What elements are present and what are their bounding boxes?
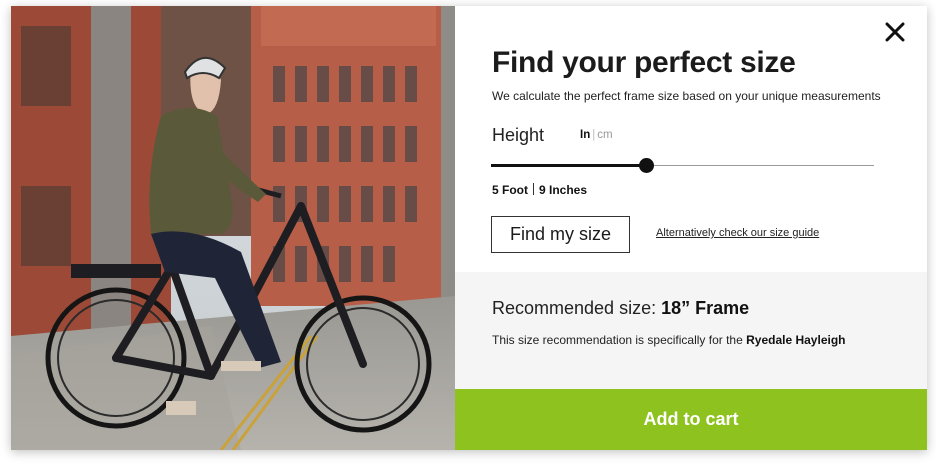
unit-cm-option[interactable]: cm — [597, 129, 612, 141]
size-finder-modal: Find your perfect size We calculate the … — [11, 6, 927, 450]
size-guide-link[interactable]: Alternatively check our size guide — [656, 227, 819, 239]
recommendation-box: Recommended size: 18” Frame This size re… — [455, 272, 927, 389]
recommended-size-value: 18” Frame — [661, 298, 750, 318]
unit-toggle: In | cm — [580, 129, 613, 141]
modal-subtitle: We calculate the perfect frame size base… — [492, 89, 881, 103]
unit-separator: | — [592, 129, 596, 141]
recommendation-note: This size recommendation is specifically… — [492, 333, 845, 347]
size-finder-panel: Find your perfect size We calculate the … — [455, 6, 927, 450]
cyclist-street-image — [11, 6, 455, 450]
slider-thumb[interactable] — [639, 158, 654, 173]
unit-inches-option[interactable]: In — [580, 129, 590, 141]
height-feet: 5 Foot — [492, 183, 528, 197]
product-photo — [11, 6, 455, 450]
slider-fill — [491, 164, 646, 167]
recommended-size: Recommended size: 18” Frame — [492, 298, 749, 319]
find-my-size-button[interactable]: Find my size — [491, 216, 630, 253]
close-button[interactable] — [883, 20, 907, 44]
add-to-cart-button[interactable]: Add to cart — [455, 389, 927, 450]
recommended-size-label: Recommended size: — [492, 298, 662, 318]
height-divider — [533, 183, 534, 195]
height-readout: 5 Foot 9 Inches — [492, 183, 587, 197]
modal-title: Find your perfect size — [492, 46, 796, 79]
bike-model-name: Ryedale Hayleigh — [746, 333, 846, 347]
recommendation-note-text: This size recommendation is specifically… — [492, 333, 747, 347]
close-icon[interactable] — [883, 20, 907, 44]
height-inches: 9 Inches — [539, 183, 588, 197]
height-label: Height — [492, 125, 545, 145]
height-slider[interactable] — [491, 158, 874, 174]
